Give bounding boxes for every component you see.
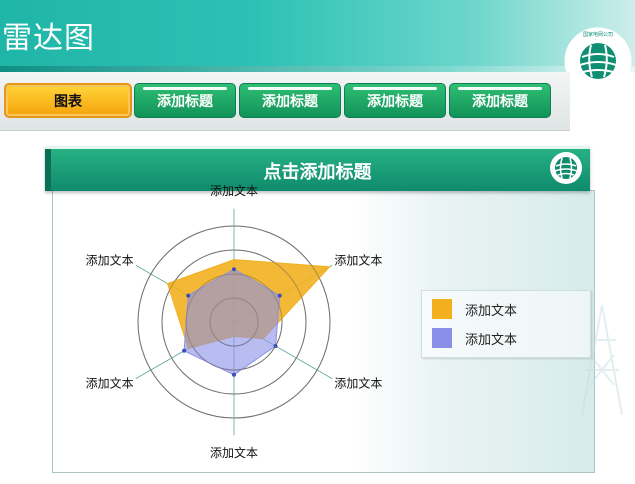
radar-axis-label: 添加文本: [86, 375, 134, 390]
radar-point: [186, 293, 191, 298]
legend-label-series-1: 添加文本: [465, 303, 518, 319]
radar-axis-label: 添加文本: [334, 375, 382, 390]
radar-point: [182, 348, 187, 353]
radar-point: [277, 293, 282, 298]
chart-legend: 添加文本 添加文本: [421, 290, 591, 358]
radar-axis-label: 添加文本: [210, 183, 258, 198]
radar-point: [232, 372, 236, 377]
legend-swatch-series-1: [432, 299, 452, 319]
legend-item-series-1: 添加文本: [432, 299, 517, 319]
radar-axis-label: 添加文本: [210, 445, 258, 460]
radar-chart: 添加文本添加文本添加文本添加文本添加文本添加文本: [86, 183, 383, 460]
radar-axis-label: 添加文本: [86, 253, 134, 268]
radar-point: [232, 267, 236, 272]
legend-item-series-2: 添加文本: [432, 328, 517, 348]
legend-swatch-series-2: [432, 328, 452, 348]
radar-axis-label: 添加文本: [334, 253, 382, 268]
legend-label-series-2: 添加文本: [465, 332, 518, 348]
